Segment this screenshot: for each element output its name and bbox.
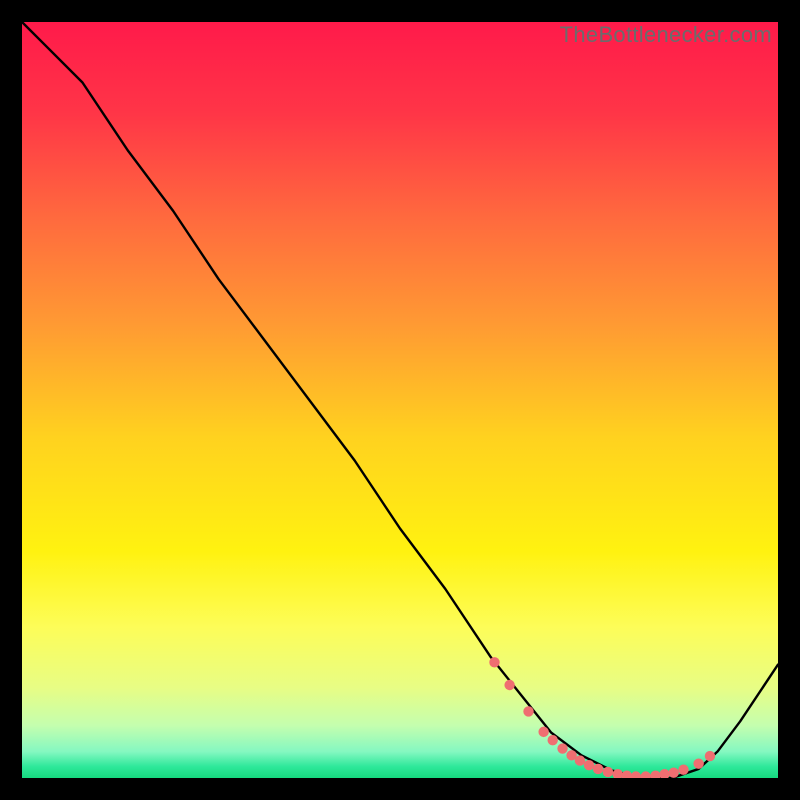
curve-marker xyxy=(557,743,567,753)
curve-marker xyxy=(668,768,678,778)
curve-marker xyxy=(584,760,594,770)
chart-frame: TheBottlenecker.com xyxy=(22,22,778,778)
curve-marker xyxy=(504,680,514,690)
curve-marker xyxy=(548,735,558,745)
gradient-background xyxy=(22,22,778,778)
curve-marker xyxy=(693,758,703,768)
curve-marker xyxy=(603,767,613,777)
curve-marker xyxy=(575,755,585,765)
curve-marker xyxy=(538,727,548,737)
watermark-label: TheBottlenecker.com xyxy=(560,22,772,48)
curve-marker xyxy=(523,706,533,716)
curve-marker xyxy=(678,764,688,774)
curve-marker xyxy=(489,657,499,667)
curve-marker xyxy=(705,751,715,761)
chart-svg xyxy=(22,22,778,778)
curve-marker xyxy=(593,764,603,774)
